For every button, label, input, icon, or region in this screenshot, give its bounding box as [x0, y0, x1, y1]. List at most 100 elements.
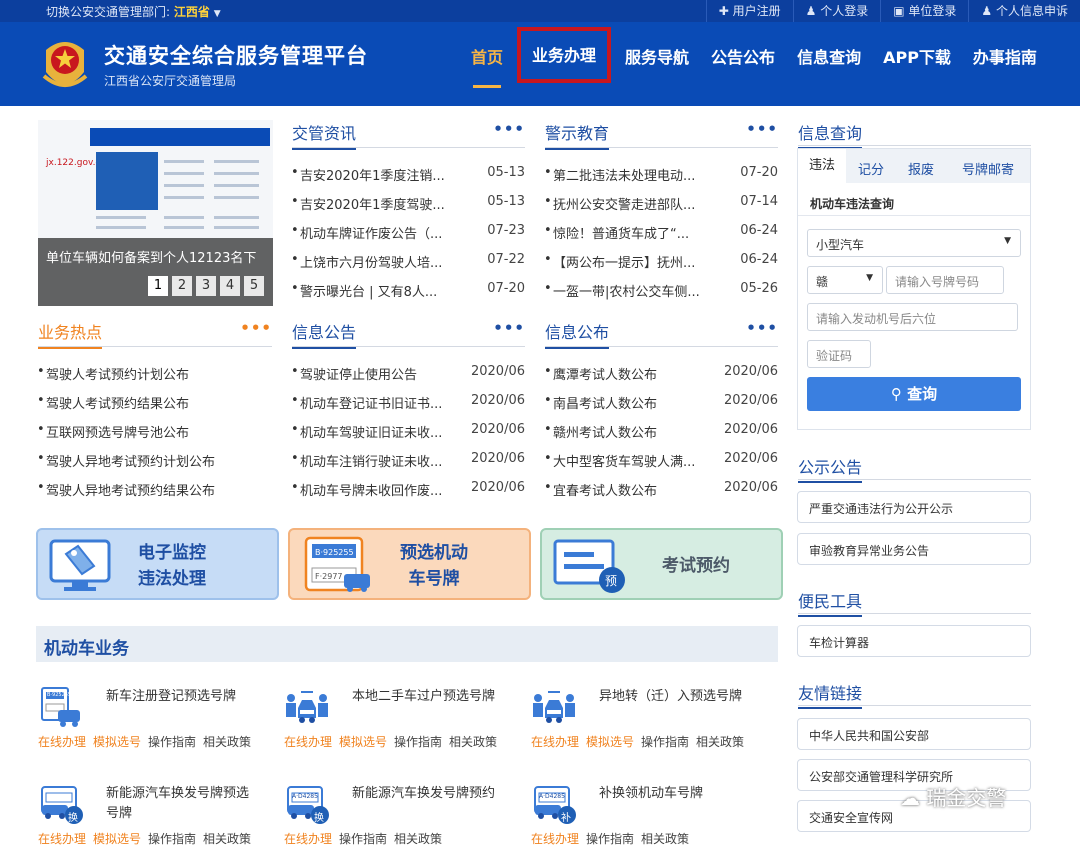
warning-more-link[interactable]: ••• [746, 120, 778, 138]
unit-login-link[interactable]: ▣ 单位登录 [880, 0, 968, 22]
publish-more-link[interactable]: ••• [746, 319, 778, 337]
plate-number-input[interactable]: 请输入号牌号码 [886, 266, 1004, 294]
list-item[interactable]: • 鹰潭考试人数公布 2020/06 [544, 364, 778, 384]
nav-info-query[interactable]: 信息查询 [786, 22, 872, 106]
hot-more-link[interactable]: ••• [240, 319, 272, 337]
news-more-link[interactable]: ••• [493, 120, 525, 138]
tab-violation[interactable]: 违法 [798, 149, 847, 183]
list-item-date: 07-14 [740, 194, 778, 209]
hot-section-title: 业务热点 [38, 319, 103, 349]
carousel-page-3[interactable]: 3 [196, 276, 216, 296]
vehicle-service-name[interactable]: 补换领机动车号牌 [599, 784, 749, 804]
nav-announcements[interactable]: 公告公布 [700, 22, 786, 106]
carousel-page-1[interactable]: 1 [148, 276, 168, 296]
list-item[interactable]: • 警示曝光台 | 又有8人... 07-20 [291, 281, 525, 301]
appeal-link[interactable]: ♟ 个人信息申诉 [968, 0, 1080, 22]
vehicle-service-name[interactable]: 异地转（迁）入预选号牌 [599, 687, 749, 707]
list-item[interactable]: • 赣州考试人数公布 2020/06 [544, 422, 778, 442]
service-action-link[interactable]: 在线办理 [284, 735, 332, 749]
vehicle-service-name[interactable]: 新能源汽车换发号牌预约 [352, 784, 502, 804]
vehicle-service-name[interactable]: 新能源汽车换发号牌预选号牌 [106, 784, 256, 824]
notice-more-link[interactable]: ••• [493, 319, 525, 337]
list-item[interactable]: • 惊险！普通货车成了“... 06-24 [544, 223, 778, 243]
list-item[interactable]: • 第二批违法未处理电动... 07-20 [544, 165, 778, 185]
bullet-icon: • [544, 165, 552, 180]
list-item[interactable]: • 上饶市六月份驾驶人培... 07-22 [291, 252, 525, 272]
friend-link-mps[interactable]: 中华人民共和国公安部 [797, 718, 1031, 750]
list-item[interactable]: • 驾驶人异地考试预约结果公布 [37, 480, 272, 500]
service-action-link[interactable]: 模拟选号 [93, 735, 141, 749]
list-item[interactable]: • 吉安2020年1季度驾驶... 05-13 [291, 194, 525, 214]
monitor-icon [49, 539, 111, 591]
nav-home[interactable]: 首页 [460, 22, 514, 106]
nav-service-guide[interactable]: 服务导航 [614, 22, 700, 106]
list-item-title: 第二批违法未处理电动... [553, 169, 696, 184]
list-item[interactable]: • 驾驶人考试预约计划公布 [37, 364, 272, 384]
feature-exam-booking[interactable]: 预 考试预约 [540, 528, 783, 600]
feature-plate-preselect[interactable]: B·925255 F·2977 预选机动 车号牌 [288, 528, 531, 600]
list-item-date: 2020/06 [723, 480, 778, 495]
list-item[interactable]: • 机动车驾驶证旧证未收... 2020/06 [291, 422, 525, 442]
nav-guide[interactable]: 办事指南 [962, 22, 1048, 106]
list-item[interactable]: • 吉安2020年1季度注销... 05-13 [291, 165, 525, 185]
banner-carousel[interactable]: jx.122.gov.cn 单位车辆如何备案到个人12123名下 1 2 3 4… [38, 120, 273, 306]
bullet-icon: • [37, 393, 45, 408]
list-item[interactable]: • 大中型客货车驾驶人满... 2020/06 [544, 451, 778, 471]
engine-number-input[interactable]: 请输入发动机号后六位 [807, 303, 1018, 331]
service-action-link[interactable]: 操作指南 [394, 735, 442, 749]
list-item[interactable]: • 抚州公安交警走进部队... 07-14 [544, 194, 778, 214]
plus-icon: ✚ [718, 4, 729, 18]
nav-app-download[interactable]: APP下载 [872, 22, 962, 106]
query-button[interactable]: ⚲ 查询 [807, 377, 1021, 411]
service-action-link[interactable]: 在线办理 [38, 735, 86, 749]
bullet-icon: • [544, 194, 552, 209]
public-link-inspection-anomaly[interactable]: 审验教育异常业务公告 [797, 533, 1031, 565]
tool-inspection-calculator[interactable]: 车检计算器 [797, 625, 1031, 657]
vehicle-type-select[interactable]: 小型汽车 ▼ [807, 229, 1021, 257]
list-item[interactable]: • 驾驶证停止使用公告 2020/06 [291, 364, 525, 384]
service-action-link[interactable]: 在线办理 [531, 735, 579, 749]
province-select[interactable]: 赣 ▼ [807, 266, 883, 294]
list-item[interactable]: • 【两公布一提示】抚州... 06-24 [544, 252, 778, 272]
service-action-link[interactable]: 模拟选号 [339, 735, 387, 749]
list-item[interactable]: • 机动车号牌未收回作废... 2020/06 [291, 480, 525, 500]
carousel-page-5[interactable]: 5 [244, 276, 264, 296]
service-action-link[interactable]: 操作指南 [641, 735, 689, 749]
captcha-input[interactable]: 验证码 [807, 340, 871, 368]
service-action-link[interactable]: 模拟选号 [586, 735, 634, 749]
department-switcher[interactable]: 切换公安交通管理部门: 江西省 ▼ [46, 3, 221, 20]
list-item[interactable]: • 机动车登记证书旧证书... 2020/06 [291, 393, 525, 413]
vehicle-service-name[interactable]: 本地二手车过户预选号牌 [352, 687, 502, 707]
vehicle-service-item: 异地转（迁）入预选号牌在线办理 模拟选号 操作指南 相关政策 [531, 686, 771, 756]
feature-electronic-monitoring[interactable]: 电子监控 违法处理 [36, 528, 279, 600]
tab-plate-mail[interactable]: 号牌邮寄 [962, 159, 1014, 178]
service-action-link[interactable]: 操作指南 [148, 735, 196, 749]
list-item[interactable]: • 机动车牌证作废公告（... 07-23 [291, 223, 525, 243]
service-action-link[interactable]: 相关政策 [696, 735, 744, 749]
personal-login-link[interactable]: ♟ 个人登录 [792, 0, 881, 22]
list-item[interactable]: • 驾驶人异地考试预约计划公布 [37, 451, 272, 471]
list-item[interactable]: • 一盔一带|农村公交车侧... 05-26 [544, 281, 778, 301]
tab-scrap[interactable]: 报废 [908, 159, 934, 178]
list-item-date: 2020/06 [723, 451, 778, 466]
list-item[interactable]: • 驾驶人考试预约结果公布 [37, 393, 272, 413]
public-section-header: 公示公告 [798, 454, 1031, 483]
carousel-page-2[interactable]: 2 [172, 276, 192, 296]
nav-business[interactable]: 业务办理 [517, 27, 612, 83]
carousel-page-4[interactable]: 4 [220, 276, 240, 296]
feature-label-line: 违法处理 [138, 569, 206, 589]
public-link-serious-violation[interactable]: 严重交通违法行为公开公示 [797, 491, 1031, 523]
tab-points[interactable]: 记分 [858, 159, 884, 178]
service-action-link[interactable]: 相关政策 [449, 735, 497, 749]
register-link[interactable]: ✚ 用户注册 [705, 0, 793, 22]
divider [798, 215, 1030, 216]
list-item-title: 一盔一带|农村公交车侧... [553, 285, 700, 300]
list-item[interactable]: • 互联网预选号牌号池公布 [37, 422, 272, 442]
service-action-link[interactable]: 相关政策 [203, 735, 251, 749]
captcha-placeholder: 验证码 [816, 349, 853, 363]
vehicle-service-name[interactable]: 新车注册登记预选号牌 [106, 687, 256, 707]
bullet-icon: • [544, 451, 552, 466]
list-item[interactable]: • 宜春考试人数公布 2020/06 [544, 480, 778, 500]
list-item[interactable]: • 机动车注销行驶证未收... 2020/06 [291, 451, 525, 471]
list-item[interactable]: • 南昌考试人数公布 2020/06 [544, 393, 778, 413]
